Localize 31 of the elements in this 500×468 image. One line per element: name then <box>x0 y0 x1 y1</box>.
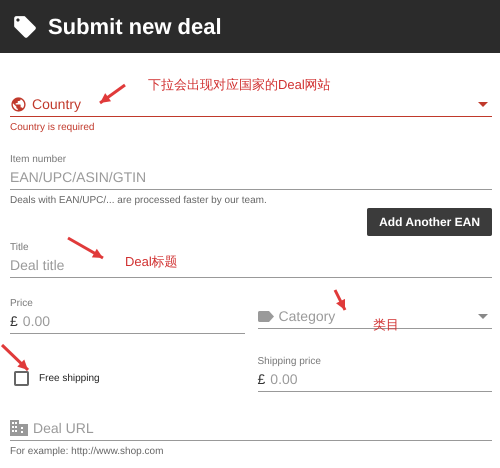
label-icon <box>258 310 274 322</box>
building-icon <box>10 420 28 436</box>
annotation-text: Deal标题 <box>125 253 178 271</box>
tag-icon <box>12 14 38 40</box>
arrow <box>67 236 104 260</box>
country-select[interactable]: Country <box>10 96 82 112</box>
arrow <box>99 84 126 104</box>
field-label: Title <box>10 242 29 253</box>
field-label: Price <box>10 298 33 309</box>
field-label: Item number <box>10 154 66 165</box>
caret-icon <box>478 314 488 318</box>
url-field[interactable]: Deal URL <box>10 420 94 436</box>
add-ean-button[interactable]: Add Another EAN <box>367 208 492 236</box>
shipping-price-field[interactable]: £ 0.00 <box>258 371 298 387</box>
arrow <box>334 289 346 311</box>
free-shipping-checkbox[interactable]: Free shipping <box>10 371 100 386</box>
arrow <box>0 344 30 372</box>
caret-icon <box>478 102 488 106</box>
helper-text: Deals with EAN/UPC/... are processed faster by our team. <box>10 195 267 206</box>
dialog-title: Submit new deal <box>48 14 222 40</box>
category-select[interactable]: Category <box>258 308 336 324</box>
error-message: Country is required <box>10 122 94 133</box>
checkbox[interactable] <box>14 371 29 386</box>
globe-icon <box>10 96 27 112</box>
input-field[interactable]: Deal title <box>10 257 64 273</box>
annotation-text: 下拉会出现对应国家的Deal网站 <box>148 76 331 94</box>
input-field[interactable]: EAN/UPC/ASIN/GTIN <box>10 169 146 185</box>
helper-text: For example: http://www.shop.com <box>10 446 164 457</box>
price-field[interactable]: £ 0.00 <box>10 313 50 329</box>
annotation-text: 类目 <box>373 316 399 334</box>
field-label: Shipping price <box>258 356 321 367</box>
